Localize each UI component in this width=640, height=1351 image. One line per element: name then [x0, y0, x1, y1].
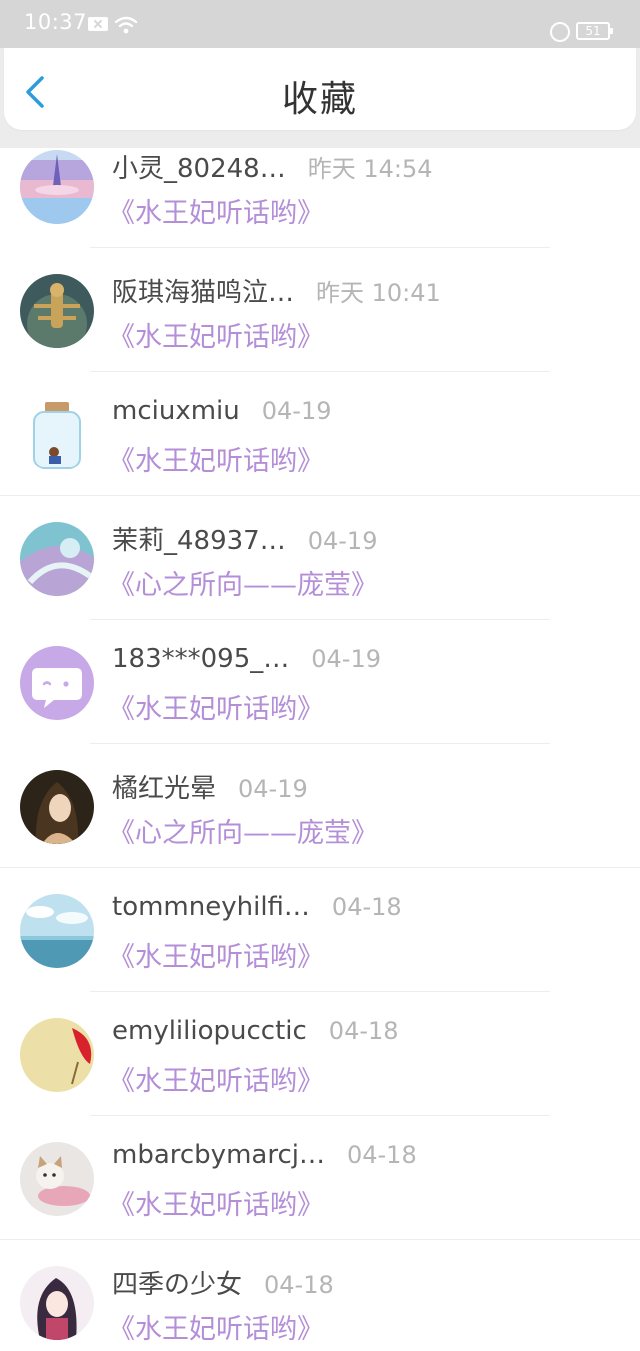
- book-title[interactable]: 《水王妃听话哟》: [108, 191, 324, 230]
- book-title[interactable]: 《水王妃听话哟》: [108, 935, 324, 974]
- avatar-image: [20, 398, 94, 472]
- list-item[interactable]: mciuxmiu 04-19 《水王妃听话哟》: [0, 372, 640, 496]
- list-item[interactable]: 183***095_… 04-19 《水王妃听话哟》: [0, 620, 640, 744]
- user-name: 茉莉_48937…: [112, 526, 286, 556]
- avatar: [20, 646, 94, 720]
- list-item[interactable]: 小灵_80248… 昨天 14:54 《水王妃听话哟》: [0, 148, 640, 248]
- book-title[interactable]: 《心之所向——庞莹》: [108, 563, 378, 602]
- timestamp: 04-18: [331, 893, 402, 921]
- item-header: 小灵_80248… 昨天 14:54: [112, 148, 433, 185]
- item-header: mciuxmiu 04-19: [112, 396, 332, 426]
- user-name: 四季の少女: [112, 1270, 243, 1300]
- timestamp: 昨天 14:54: [307, 155, 433, 183]
- timestamp: 04-19: [307, 527, 378, 555]
- book-title[interactable]: 《水王妃听话哟》: [108, 1059, 324, 1098]
- user-name: 橘红光晕: [112, 774, 217, 804]
- avatar: [20, 150, 94, 224]
- book-title[interactable]: 《水王妃听话哟》: [108, 315, 324, 354]
- list-item[interactable]: 橘红光晕 04-19 《心之所向——庞莹》: [0, 744, 640, 868]
- favorites-screen: 10:37 51 收藏 小灵_80248… 昨天 14:54 《水王妃听话哟》 …: [0, 0, 640, 1351]
- item-header: 阪琪海猫鸣泣… 昨天 10:41: [112, 272, 441, 309]
- page-title: 收藏: [281, 79, 358, 120]
- timestamp: 04-19: [261, 397, 332, 425]
- avatar-image: [20, 522, 94, 596]
- book-title[interactable]: 《水王妃听话哟》: [108, 687, 324, 726]
- timestamp: 04-18: [328, 1017, 399, 1045]
- favorites-list[interactable]: 小灵_80248… 昨天 14:54 《水王妃听话哟》 阪琪海猫鸣泣… 昨天 10:…: [0, 148, 640, 1351]
- timestamp: 04-19: [238, 775, 308, 803]
- timestamp: 04-18: [346, 1141, 417, 1169]
- item-header: 四季の少女 04-18: [112, 1264, 334, 1301]
- list-item[interactable]: emyliliopucctic 04-18 《水王妃听话哟》: [0, 992, 640, 1116]
- list-item[interactable]: tommneyhilfi… 04-18 《水王妃听话哟》: [0, 868, 640, 992]
- avatar: [20, 1266, 94, 1340]
- timestamp: 昨天 10:41: [316, 279, 441, 307]
- avatar-image: [20, 1018, 94, 1092]
- user-name: emyliliopucctic: [112, 1016, 307, 1046]
- rotation-lock-icon: [550, 22, 570, 42]
- user-name: 小灵_80248…: [112, 154, 286, 184]
- item-header: 茉莉_48937… 04-19: [112, 520, 377, 557]
- avatar: [20, 274, 94, 348]
- avatar: [20, 770, 94, 844]
- avatar: [20, 1142, 94, 1216]
- timestamp: 04-19: [311, 645, 382, 673]
- user-name: tommneyhilfi…: [112, 892, 310, 922]
- avatar-image: [20, 1142, 94, 1216]
- list-item[interactable]: 阪琪海猫鸣泣… 昨天 10:41 《水王妃听话哟》: [0, 248, 640, 372]
- default-avatar-icon: [20, 646, 94, 720]
- avatar: [20, 398, 94, 472]
- book-title[interactable]: 《水王妃听话哟》: [108, 1307, 324, 1346]
- avatar-image: [20, 770, 94, 844]
- notification-icon: [88, 17, 108, 31]
- item-header: 橘红光晕 04-19: [112, 768, 308, 805]
- avatar: [20, 522, 94, 596]
- item-header: mbarcbymarcj… 04-18: [112, 1140, 417, 1170]
- list-item[interactable]: 四季の少女 04-18 《水王妃听话哟》: [0, 1240, 640, 1351]
- item-header: 183***095_… 04-19: [112, 644, 381, 674]
- avatar-image: [20, 894, 94, 968]
- battery-icon: 51: [576, 22, 613, 40]
- timestamp: 04-18: [264, 1271, 334, 1299]
- status-bar: 10:37 51: [0, 0, 640, 48]
- avatar-image: [20, 274, 94, 348]
- book-title[interactable]: 《心之所向——庞莹》: [108, 811, 378, 850]
- item-header: tommneyhilfi… 04-18: [112, 892, 402, 922]
- book-title[interactable]: 《水王妃听话哟》: [108, 439, 324, 478]
- avatar: [20, 1018, 94, 1092]
- list-item[interactable]: mbarcbymarcj… 04-18 《水王妃听话哟》: [0, 1116, 640, 1240]
- book-title[interactable]: 《水王妃听话哟》: [108, 1183, 324, 1222]
- user-name: mbarcbymarcj…: [112, 1140, 325, 1170]
- item-header: emyliliopucctic 04-18: [112, 1016, 399, 1046]
- list-item[interactable]: 茉莉_48937… 04-19 《心之所向——庞莹》: [0, 496, 640, 620]
- user-name: 阪琪海猫鸣泣…: [112, 278, 295, 308]
- avatar: [20, 894, 94, 968]
- wifi-icon: [114, 16, 138, 34]
- user-name: 183***095_…: [112, 644, 290, 674]
- header-bar: 收藏: [4, 48, 636, 130]
- avatar-image: [20, 150, 94, 224]
- status-time: 10:37: [24, 10, 88, 34]
- user-name: mciuxmiu: [112, 396, 240, 426]
- avatar-image: [20, 1266, 94, 1340]
